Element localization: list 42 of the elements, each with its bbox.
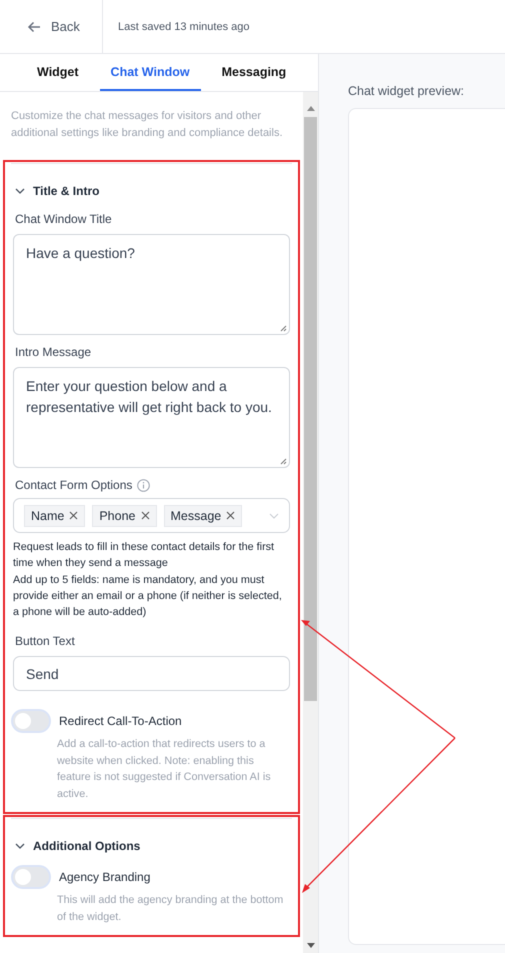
- scroll-down-icon[interactable]: [306, 943, 314, 948]
- help-text: Request leads to fill in these contact details for the first time when they send a message: [13, 540, 276, 572]
- chevron-icon: [15, 843, 25, 850]
- close-icon[interactable]: [140, 511, 150, 520]
- section-header[interactable]: Title & Intro: [15, 184, 100, 198]
- tag-chip[interactable]: Message: [164, 504, 242, 526]
- resize-grip-icon: [280, 458, 287, 465]
- text-area[interactable]: Enter your question below and a representative will get right back to you.: [13, 367, 290, 468]
- preview-title: Chat widget preview:: [348, 84, 466, 98]
- scrollbar[interactable]: [303, 92, 318, 953]
- help-text: Add up to 5 fields: name is mandatory, and you must provide either an email or a phone (if neither is selected, a phone will be auto-added): [13, 572, 283, 620]
- tag-chip[interactable]: Name: [24, 504, 86, 526]
- chevron-icon: [15, 188, 25, 194]
- back-arrow-icon: [27, 20, 41, 32]
- toggle-label: Redirect Call-To-Action: [59, 714, 182, 728]
- input-field[interactable]: Send: [13, 656, 290, 692]
- field-label: Chat Window Title: [15, 212, 113, 226]
- tab[interactable]: Chat Window: [100, 54, 201, 91]
- back-button[interactable]: Back: [0, 0, 103, 54]
- info-icon: [137, 478, 150, 492]
- toggle-switch[interactable]: [13, 711, 49, 732]
- close-icon[interactable]: [69, 511, 78, 520]
- tag-chip[interactable]: Phone: [92, 504, 156, 526]
- scrollbar-thumb[interactable]: [304, 117, 317, 701]
- text-area[interactable]: Have a question?: [13, 234, 290, 335]
- section-header[interactable]: Additional Options: [15, 839, 140, 854]
- tab[interactable]: Widget: [26, 54, 90, 91]
- save-status: Last saved 13 minutes ago: [118, 20, 250, 32]
- dropdown-chevron-icon: [269, 512, 279, 518]
- close-icon[interactable]: [226, 511, 236, 520]
- tab[interactable]: Messaging: [210, 54, 298, 91]
- field-label: Contact Form Options: [15, 478, 132, 492]
- resize-grip-icon: [280, 325, 287, 332]
- scroll-up-icon[interactable]: [306, 106, 314, 111]
- help-text: Add a call-to-action that redirects users to a website when clicked. Note: enabling this feature is not suggested if Conversation AI is active.: [57, 737, 272, 802]
- toggle-switch[interactable]: [13, 867, 49, 888]
- multi-select-field[interactable]: Name Phone Message: [13, 498, 290, 533]
- field-label: Button Text: [15, 634, 76, 648]
- toggle-label: Agency Branding: [59, 870, 150, 884]
- field-label: Intro Message: [15, 345, 92, 359]
- description-text: Customize the chat messages for visitors and other additional settings like branding and compliance details.: [11, 109, 284, 141]
- help-text: This will add the agency branding at the bottom of the widget.: [57, 893, 284, 925]
